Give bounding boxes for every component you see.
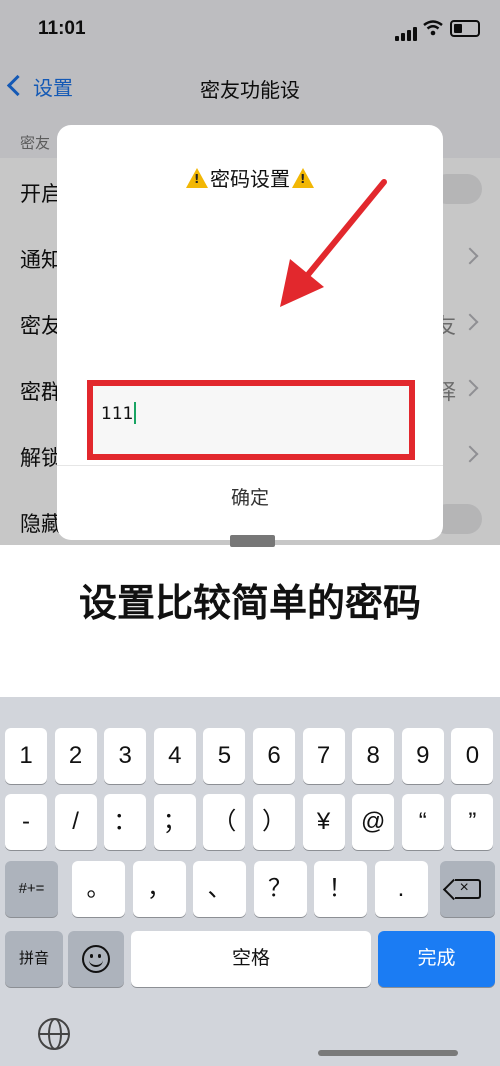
home-indicator	[318, 1050, 458, 1056]
caption-text: 设置比较简单的密码	[78, 581, 421, 625]
key-symbol[interactable]: /	[54, 794, 97, 850]
key-8[interactable]: 8	[352, 728, 395, 784]
space-key[interactable]: 空格	[131, 931, 371, 987]
backspace-key[interactable]	[440, 861, 495, 917]
key-7[interactable]: 7	[302, 728, 345, 784]
confirm-button[interactable]: 确定	[57, 483, 443, 510]
key-punct[interactable]: 。	[72, 861, 125, 917]
red-arrow-annotation	[280, 179, 387, 307]
emoji-icon	[82, 945, 110, 974]
symbols-toggle-key[interactable]: #+=	[5, 861, 58, 917]
key-punct[interactable]: 、	[193, 861, 246, 917]
key-5[interactable]: 5	[203, 728, 246, 784]
key-symbol[interactable]: “	[401, 794, 444, 850]
key-punct[interactable]: .	[374, 861, 428, 917]
key-symbol[interactable]: ”	[451, 794, 494, 850]
key-punct[interactable]: ？	[253, 861, 307, 917]
key-punct[interactable]: ，	[132, 861, 186, 917]
key-symbol[interactable]: @	[352, 794, 395, 850]
key-2[interactable]: 2	[54, 728, 97, 784]
drag-handle	[230, 535, 275, 547]
key-punct[interactable]: ！	[314, 861, 367, 917]
settings-screen: 11:01 设置 密友功能设 密友 开启 通知 密友 友 密群 择 解锁 隐藏 …	[0, 0, 500, 545]
backspace-icon	[454, 876, 481, 900]
key-6[interactable]: 6	[253, 728, 295, 784]
key-1[interactable]: 1	[5, 728, 47, 784]
globe-icon[interactable]	[38, 1018, 70, 1050]
key-4[interactable]: 4	[153, 728, 196, 784]
divider	[57, 465, 443, 466]
key-3[interactable]: 3	[104, 728, 147, 784]
key-symbol[interactable]: ¥	[302, 794, 345, 850]
done-key[interactable]: 完成	[378, 931, 495, 987]
key-symbol[interactable]: ）	[253, 794, 295, 850]
pinyin-key[interactable]: 拼音	[5, 931, 63, 987]
key-symbol[interactable]: -	[5, 794, 47, 850]
key-symbol[interactable]: （	[203, 794, 246, 850]
key-symbol[interactable]: ；	[153, 794, 196, 850]
emoji-key[interactable]	[68, 931, 124, 987]
text-cursor	[134, 402, 137, 424]
key-0[interactable]: 0	[451, 728, 494, 784]
password-dialog: 密码设置 111 确定	[57, 125, 443, 540]
warning-icon	[186, 168, 208, 188]
key-symbol[interactable]: ：	[104, 794, 147, 850]
password-input[interactable]: 111	[87, 380, 415, 460]
password-value: 111	[101, 402, 137, 424]
key-9[interactable]: 9	[401, 728, 444, 784]
